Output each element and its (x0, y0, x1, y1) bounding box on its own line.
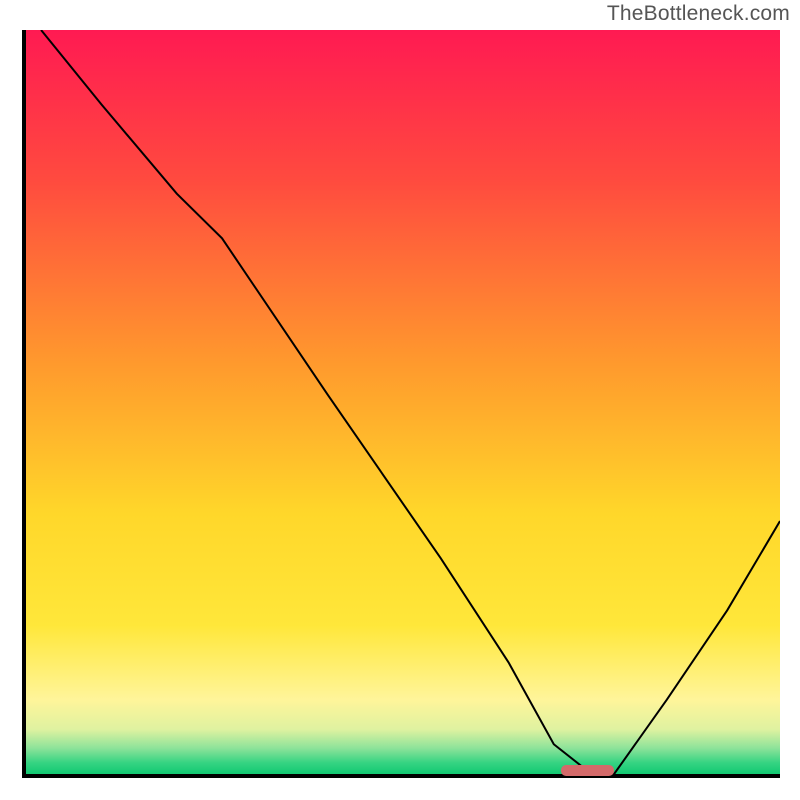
chart-frame: TheBottleneck.com (0, 0, 800, 800)
watermark-text: TheBottleneck.com (607, 2, 790, 26)
plot-area (22, 30, 780, 778)
bottleneck-curve (26, 30, 780, 774)
optimal-marker (561, 765, 614, 776)
